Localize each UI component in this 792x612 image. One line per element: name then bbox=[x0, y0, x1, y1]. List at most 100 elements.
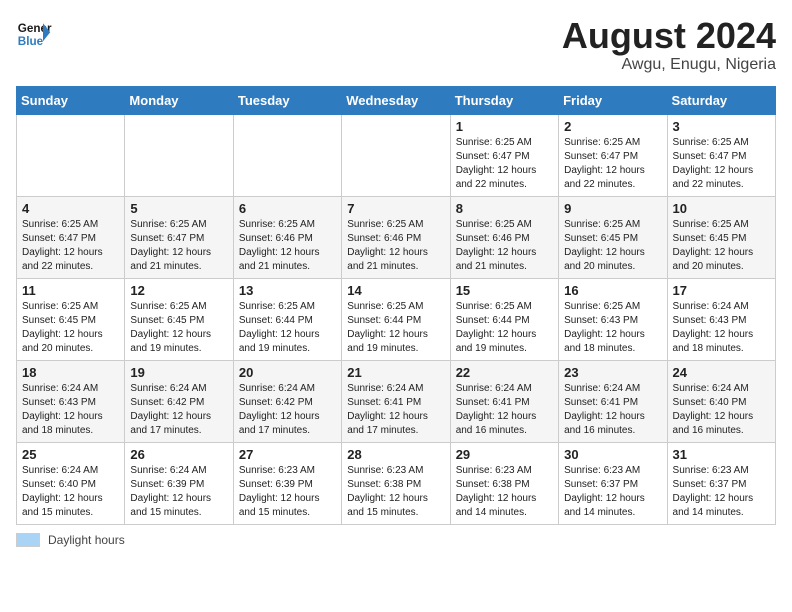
header-tuesday: Tuesday bbox=[233, 86, 341, 114]
header-sunday: Sunday bbox=[17, 86, 125, 114]
day-number: 5 bbox=[130, 201, 227, 216]
day-info: Sunrise: 6:23 AMSunset: 6:37 PMDaylight:… bbox=[564, 464, 661, 520]
day-cell: 21 Sunrise: 6:24 AMSunset: 6:41 PMDayligh… bbox=[342, 360, 450, 442]
day-cell bbox=[233, 114, 341, 196]
page-title: August 2024 bbox=[562, 16, 776, 56]
day-cell: 23Sunrise: 6:24 AMSunset: 6:41 PMDayligh… bbox=[559, 360, 667, 442]
day-info: Sunrise: 6:23 AMSunset: 6:39 PMDaylight:… bbox=[239, 464, 336, 520]
day-info: Sunrise: 6:25 AMSunset: 6:46 PMDaylight:… bbox=[347, 218, 444, 274]
day-cell: 7 Sunrise: 6:25 AMSunset: 6:46 PMDaylight… bbox=[342, 196, 450, 278]
day-cell: 4Sunrise: 6:25 AMSunset: 6:47 PMDaylight… bbox=[17, 196, 125, 278]
day-cell: 1 Sunrise: 6:25 AMSunset: 6:47 PMDaylight… bbox=[450, 114, 558, 196]
day-cell: 24 Sunrise: 6:24 AMSunset: 6:40 PMDayligh… bbox=[667, 360, 775, 442]
day-number: 28 bbox=[347, 447, 444, 462]
day-info: Sunrise: 6:24 AMSunset: 6:39 PMDaylight:… bbox=[130, 464, 227, 520]
day-number: 21 bbox=[347, 365, 444, 380]
day-number: 11 bbox=[22, 283, 119, 298]
day-cell: 6 Sunrise: 6:25 AMSunset: 6:46 PMDaylight… bbox=[233, 196, 341, 278]
day-info: Sunrise: 6:24 AMSunset: 6:41 PMDaylight:… bbox=[456, 382, 553, 438]
week-row-5: 25 Sunrise: 6:24 AMSunset: 6:40 PMDayligh… bbox=[17, 442, 776, 524]
day-info: Sunrise: 6:24 AMSunset: 6:41 PMDaylight:… bbox=[347, 382, 444, 438]
day-number: 1 bbox=[456, 119, 553, 134]
day-number: 8 bbox=[456, 201, 553, 216]
day-number: 12 bbox=[130, 283, 227, 298]
logo: General Blue bbox=[16, 16, 52, 52]
day-info: Sunrise: 6:25 AMSunset: 6:46 PMDaylight:… bbox=[239, 218, 336, 274]
day-cell: 9Sunrise: 6:25 AMSunset: 6:45 PMDaylight… bbox=[559, 196, 667, 278]
day-info: Sunrise: 6:24 AMSunset: 6:42 PMDaylight:… bbox=[130, 382, 227, 438]
header-row: Sunday Monday Tuesday Wednesday Thursday… bbox=[17, 86, 776, 114]
day-info: Sunrise: 6:25 AMSunset: 6:44 PMDaylight:… bbox=[347, 300, 444, 356]
day-info: Sunrise: 6:24 AMSunset: 6:42 PMDaylight:… bbox=[239, 382, 336, 438]
day-info: Sunrise: 6:25 AMSunset: 6:45 PMDaylight:… bbox=[22, 300, 119, 356]
day-number: 15 bbox=[456, 283, 553, 298]
day-info: Sunrise: 6:25 AMSunset: 6:45 PMDaylight:… bbox=[130, 300, 227, 356]
page-header: General Blue August 2024 Awgu, Enugu, Ni… bbox=[16, 16, 776, 74]
day-number: 17 bbox=[673, 283, 770, 298]
calendar-body: 1 Sunrise: 6:25 AMSunset: 6:47 PMDaylight… bbox=[17, 114, 776, 524]
calendar-header: Sunday Monday Tuesday Wednesday Thursday… bbox=[17, 86, 776, 114]
day-number: 29 bbox=[456, 447, 553, 462]
day-number: 24 bbox=[673, 365, 770, 380]
day-number: 18 bbox=[22, 365, 119, 380]
day-number: 20 bbox=[239, 365, 336, 380]
day-cell: 27 Sunrise: 6:23 AMSunset: 6:39 PMDayligh… bbox=[233, 442, 341, 524]
day-info: Sunrise: 6:25 AMSunset: 6:47 PMDaylight:… bbox=[22, 218, 119, 274]
logo-icon: General Blue bbox=[16, 16, 52, 52]
header-wednesday: Wednesday bbox=[342, 86, 450, 114]
day-cell bbox=[342, 114, 450, 196]
day-info: Sunrise: 6:25 AMSunset: 6:47 PMDaylight:… bbox=[130, 218, 227, 274]
footer: Daylight hours bbox=[16, 533, 776, 547]
day-cell: 13 Sunrise: 6:25 AMSunset: 6:44 PMDayligh… bbox=[233, 278, 341, 360]
title-block: August 2024 Awgu, Enugu, Nigeria bbox=[562, 16, 776, 74]
day-info: Sunrise: 6:25 AMSunset: 6:44 PMDaylight:… bbox=[239, 300, 336, 356]
day-info: Sunrise: 6:25 AMSunset: 6:47 PMDaylight:… bbox=[456, 136, 553, 192]
day-number: 13 bbox=[239, 283, 336, 298]
day-info: Sunrise: 6:25 AMSunset: 6:47 PMDaylight:… bbox=[673, 136, 770, 192]
day-number: 26 bbox=[130, 447, 227, 462]
day-cell bbox=[125, 114, 233, 196]
day-cell: 31Sunrise: 6:23 AMSunset: 6:37 PMDayligh… bbox=[667, 442, 775, 524]
day-number: 6 bbox=[239, 201, 336, 216]
day-info: Sunrise: 6:23 AMSunset: 6:38 PMDaylight:… bbox=[456, 464, 553, 520]
day-number: 3 bbox=[673, 119, 770, 134]
svg-text:Blue: Blue bbox=[18, 35, 44, 48]
day-cell: 20 Sunrise: 6:24 AMSunset: 6:42 PMDayligh… bbox=[233, 360, 341, 442]
day-info: Sunrise: 6:25 AMSunset: 6:46 PMDaylight:… bbox=[456, 218, 553, 274]
day-info: Sunrise: 6:25 AMSunset: 6:45 PMDaylight:… bbox=[673, 218, 770, 274]
day-info: Sunrise: 6:24 AMSunset: 6:43 PMDaylight:… bbox=[22, 382, 119, 438]
day-cell: 3 Sunrise: 6:25 AMSunset: 6:47 PMDaylight… bbox=[667, 114, 775, 196]
day-info: Sunrise: 6:24 AMSunset: 6:40 PMDaylight:… bbox=[22, 464, 119, 520]
day-cell: 22 Sunrise: 6:24 AMSunset: 6:41 PMDayligh… bbox=[450, 360, 558, 442]
day-number: 27 bbox=[239, 447, 336, 462]
week-row-3: 11 Sunrise: 6:25 AMSunset: 6:45 PMDayligh… bbox=[17, 278, 776, 360]
day-number: 19 bbox=[130, 365, 227, 380]
day-number: 16 bbox=[564, 283, 661, 298]
day-cell: 26 Sunrise: 6:24 AMSunset: 6:39 PMDayligh… bbox=[125, 442, 233, 524]
week-row-4: 18 Sunrise: 6:24 AMSunset: 6:43 PMDayligh… bbox=[17, 360, 776, 442]
day-number: 25 bbox=[22, 447, 119, 462]
day-info: Sunrise: 6:25 AMSunset: 6:43 PMDaylight:… bbox=[564, 300, 661, 356]
day-cell: 25 Sunrise: 6:24 AMSunset: 6:40 PMDayligh… bbox=[17, 442, 125, 524]
header-saturday: Saturday bbox=[667, 86, 775, 114]
header-friday: Friday bbox=[559, 86, 667, 114]
day-cell: 28 Sunrise: 6:23 AMSunset: 6:38 PMDayligh… bbox=[342, 442, 450, 524]
day-cell: 14Sunrise: 6:25 AMSunset: 6:44 PMDayligh… bbox=[342, 278, 450, 360]
day-cell: 29 Sunrise: 6:23 AMSunset: 6:38 PMDayligh… bbox=[450, 442, 558, 524]
day-info: Sunrise: 6:25 AMSunset: 6:44 PMDaylight:… bbox=[456, 300, 553, 356]
header-thursday: Thursday bbox=[450, 86, 558, 114]
day-cell: 10Sunrise: 6:25 AMSunset: 6:45 PMDayligh… bbox=[667, 196, 775, 278]
day-number: 30 bbox=[564, 447, 661, 462]
day-cell: 16 Sunrise: 6:25 AMSunset: 6:43 PMDayligh… bbox=[559, 278, 667, 360]
day-number: 7 bbox=[347, 201, 444, 216]
day-cell: 17Sunrise: 6:24 AMSunset: 6:43 PMDayligh… bbox=[667, 278, 775, 360]
header-monday: Monday bbox=[125, 86, 233, 114]
day-info: Sunrise: 6:23 AMSunset: 6:38 PMDaylight:… bbox=[347, 464, 444, 520]
day-cell: 2Sunrise: 6:25 AMSunset: 6:47 PMDaylight… bbox=[559, 114, 667, 196]
day-number: 31 bbox=[673, 447, 770, 462]
day-number: 22 bbox=[456, 365, 553, 380]
day-number: 23 bbox=[564, 365, 661, 380]
day-cell: 18 Sunrise: 6:24 AMSunset: 6:43 PMDayligh… bbox=[17, 360, 125, 442]
calendar-table: Sunday Monday Tuesday Wednesday Thursday… bbox=[16, 86, 776, 525]
day-info: Sunrise: 6:24 AMSunset: 6:40 PMDaylight:… bbox=[673, 382, 770, 438]
